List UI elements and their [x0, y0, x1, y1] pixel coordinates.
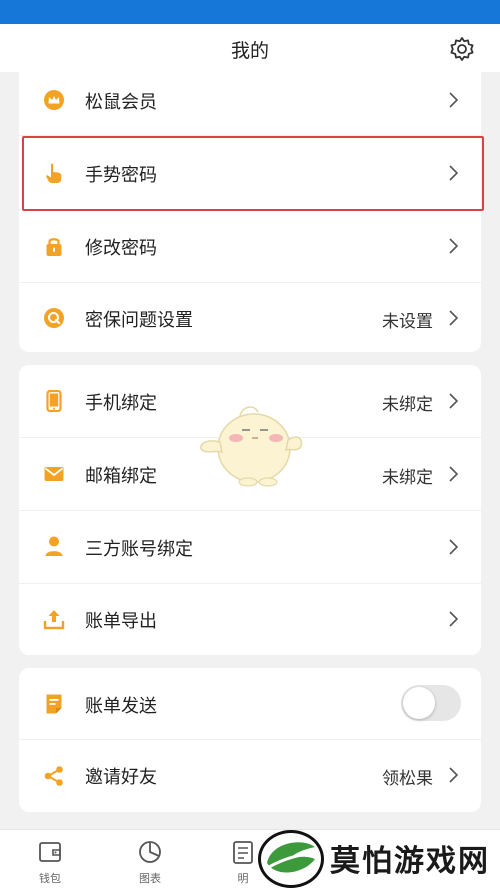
chevron-right-icon: [449, 92, 459, 108]
chevron-right-icon: [449, 310, 459, 326]
menu-item-label: 密保问题设置: [85, 310, 193, 330]
menu-item-label: 邀请好友: [85, 767, 157, 787]
menu-item-label: 修改密码: [85, 238, 157, 258]
leaf-icon: [267, 842, 315, 873]
pie-chart-icon: [139, 841, 161, 863]
menu-item-label: 手机绑定: [85, 393, 157, 413]
crown-icon: [44, 90, 64, 110]
menu-item-label: 账单导出: [85, 611, 157, 631]
menu-item-security-question[interactable]: 密保问题设置 未设置: [19, 283, 481, 352]
person-icon: [45, 536, 63, 556]
chevron-right-icon: [449, 238, 459, 254]
menu-item-value: 领松果: [382, 769, 433, 788]
menu-item-bill-export[interactable]: 账单导出: [19, 584, 481, 655]
bill-send-toggle[interactable]: [401, 685, 461, 721]
tab-wallet[interactable]: 钱包: [20, 838, 80, 886]
chevron-right-icon: [449, 393, 459, 409]
menu-item-change-password[interactable]: 修改密码: [19, 210, 481, 283]
page-title: 我的: [230, 41, 269, 62]
menu-item-value: 未绑定: [382, 395, 433, 414]
mascot-illustration: [200, 406, 303, 487]
chevron-right-icon: [449, 767, 459, 783]
phone-icon: [46, 390, 62, 412]
header: 我的: [0, 24, 500, 72]
tab-chart[interactable]: 图表: [120, 838, 180, 886]
menu-item-value: 未设置: [382, 312, 433, 331]
document-icon: [46, 694, 62, 714]
menu-item-label: 邮箱绑定: [85, 466, 157, 486]
menu-item-label: 松鼠会员: [85, 92, 157, 112]
wallet-icon: [39, 842, 61, 862]
chevron-right-icon: [449, 539, 459, 555]
menu-item-third-party-binding[interactable]: 三方账号绑定: [19, 511, 481, 584]
watermark-logo: [258, 830, 324, 888]
watermark: 莫怕游戏网: [252, 826, 500, 889]
share-card: 账单发送 邀请好友 领松果: [19, 668, 481, 812]
tab-label: 图表: [139, 873, 161, 885]
security-card: 松鼠会员 手势密码 修改密码 密保问题设置 未设置: [19, 72, 481, 352]
menu-item-invite-friends[interactable]: 邀请好友 领松果: [19, 740, 481, 812]
menu-item-label: 三方账号绑定: [85, 539, 193, 559]
chevron-right-icon: [449, 466, 459, 482]
tab-label: 钱包: [39, 873, 61, 885]
question-q-icon: [44, 308, 64, 328]
status-bar: [0, 0, 500, 24]
envelope-icon: [44, 467, 64, 481]
menu-item-bill-send[interactable]: 账单发送: [19, 668, 481, 741]
gear-icon[interactable]: [448, 35, 476, 63]
menu-item-value: 未绑定: [382, 468, 433, 487]
menu-item-label: 账单发送: [85, 696, 157, 716]
share-icon: [44, 766, 63, 786]
upload-icon: [43, 610, 65, 630]
chevron-right-icon: [449, 611, 459, 627]
toggle-knob: [403, 687, 435, 719]
lock-icon: [46, 238, 62, 256]
highlight-box: [22, 136, 484, 211]
watermark-text: 莫怕游戏网: [330, 844, 490, 879]
